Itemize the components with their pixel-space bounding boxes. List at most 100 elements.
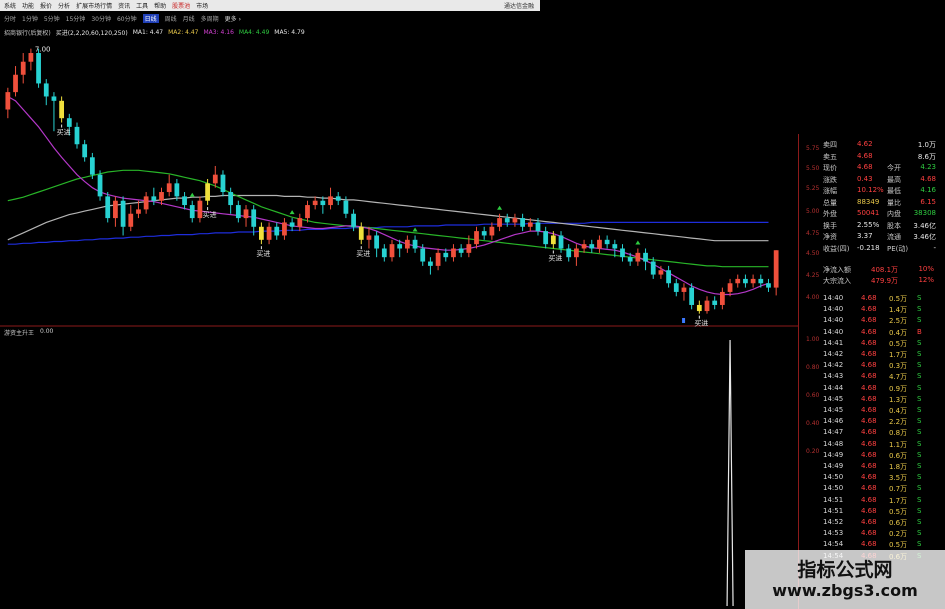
- quote-value: 0.43: [857, 174, 873, 183]
- quote-value: 10.12%: [857, 186, 884, 194]
- tick-side: S: [917, 406, 922, 414]
- tick-row: 14:50 4.68 0.7万 S: [799, 484, 945, 495]
- candle: [220, 170, 226, 197]
- candle: [643, 248, 648, 271]
- candle: [389, 239, 395, 262]
- price-axis-label: 4.25: [806, 272, 820, 279]
- tick-time: 14:43: [823, 372, 844, 381]
- tick-time: 14:51: [823, 506, 844, 515]
- quote-row: 换手 2.55% 股本 3.46亿: [799, 221, 945, 232]
- tick-volume: 1.7万: [889, 351, 908, 359]
- candle: [727, 278, 733, 297]
- tick-row: 14:52 4.68 0.6万 S: [799, 518, 945, 529]
- candle: [43, 79, 49, 106]
- tick-side: S: [917, 361, 922, 370]
- tick-price: 4.68: [861, 484, 877, 493]
- candle: [105, 192, 111, 223]
- candle: [328, 187, 333, 210]
- tick-row: 14:47 4.68 0.8万 S: [799, 428, 945, 439]
- candle: [581, 239, 587, 253]
- tick-price: 4.68: [861, 529, 877, 538]
- quote-row: 涨幅 10.12% 最低 4.16: [799, 186, 945, 197]
- quote-label: 卖四: [823, 141, 837, 149]
- tick-price: 4.68: [861, 428, 877, 437]
- candle: [282, 218, 287, 240]
- tick-side: S: [917, 316, 922, 325]
- buy-signal-label: 买进: [694, 320, 708, 328]
- candle: [20, 53, 26, 84]
- candle: [335, 192, 341, 206]
- tick-volume: 0.9万: [889, 384, 908, 393]
- tick-row: 14:51 4.68 1.7万 S: [799, 496, 945, 507]
- quote-label: 流通: [887, 233, 901, 241]
- flow-percent: 12%: [918, 276, 934, 284]
- candle: [719, 287, 725, 310]
- up-arrow-icon: [289, 210, 295, 215]
- quote-label: 今开: [887, 164, 901, 172]
- price-axis-label: 4.00: [806, 294, 820, 301]
- tick-price: 4.68: [861, 506, 877, 515]
- tick-time: 14:40: [823, 294, 844, 302]
- candle: [451, 244, 456, 262]
- quote-row: 外盘 50041 内盘 38308: [799, 209, 945, 220]
- tick-price: 4.68: [861, 383, 877, 392]
- tick-volume: 0.8万: [889, 429, 908, 438]
- volume-marker: [682, 318, 686, 323]
- price-axis-label: 5.00: [806, 208, 820, 215]
- candle: [36, 48, 41, 88]
- candle: [305, 200, 310, 223]
- candle: [366, 226, 372, 249]
- tick-volume: 1.3万: [889, 395, 908, 404]
- tick-price: 4.68: [861, 338, 877, 347]
- tick-row: 14:50 4.68 3.5万 S: [799, 473, 945, 484]
- candle: [297, 213, 303, 232]
- quote-label: 换手: [823, 221, 837, 230]
- quote-row: 涨跌 0.43 最高 4.68: [799, 175, 945, 186]
- tick-row: 14:44 4.68 0.9万 S: [799, 384, 945, 395]
- tick-side: S: [917, 338, 922, 347]
- buy-signal-label: 买进: [356, 250, 370, 258]
- candle: [428, 257, 433, 275]
- flow-value: 408.1万: [871, 266, 899, 274]
- up-arrow-icon: [189, 192, 195, 197]
- tick-volume: 2.5万: [889, 317, 908, 326]
- tick-time: 14:40: [823, 316, 844, 325]
- candle: [474, 226, 479, 249]
- candle: [51, 92, 57, 132]
- tick-side: B: [917, 327, 922, 336]
- candle: [620, 244, 625, 262]
- quote-row: 净资 3.37 流通 3.46亿: [799, 232, 945, 243]
- flow-label: 大宗流入: [823, 277, 851, 285]
- candle: [766, 278, 771, 292]
- quote-row: 总量 88349 量比 6.15: [799, 198, 945, 209]
- candle: [59, 96, 65, 123]
- quote-label: 内盘: [887, 210, 901, 218]
- quote-label: 外盘: [823, 210, 837, 218]
- candle: [320, 196, 326, 214]
- tick-row: 14:43 4.68 4.7万 S: [799, 372, 945, 383]
- quote-row: 卖四 4.62 1.0万: [799, 140, 945, 151]
- quote-value: 3.37: [857, 232, 873, 240]
- candle: [635, 248, 641, 266]
- candle: [481, 226, 487, 240]
- candle: [704, 296, 710, 314]
- quote-label: 总量: [823, 198, 837, 207]
- tick-side: S: [917, 495, 922, 504]
- candle: [412, 235, 418, 253]
- up-arrow-icon: [412, 227, 418, 232]
- tick-price: 4.68: [861, 495, 877, 504]
- tick-row: 14:46 4.68 2.2万 S: [799, 417, 945, 428]
- tick-volume: 1.7万: [889, 496, 908, 505]
- candle: [97, 170, 103, 201]
- tick-side: S: [917, 428, 922, 437]
- tick-price: 4.68: [861, 372, 877, 381]
- quote-value: 4.68: [857, 163, 873, 171]
- candle: [312, 196, 318, 210]
- candle: [673, 278, 679, 297]
- candle: [374, 231, 380, 258]
- quote-value: 8.6万: [917, 152, 936, 161]
- candle: [13, 66, 18, 97]
- quote-panel: 卖四 4.62 1.0万 卖五 4.68 8.6万 现价 4.68 今开 4.23 涨跌 0.43 最高…: [798, 134, 945, 609]
- quote-value: 4.68: [920, 174, 936, 183]
- candle: [735, 274, 741, 288]
